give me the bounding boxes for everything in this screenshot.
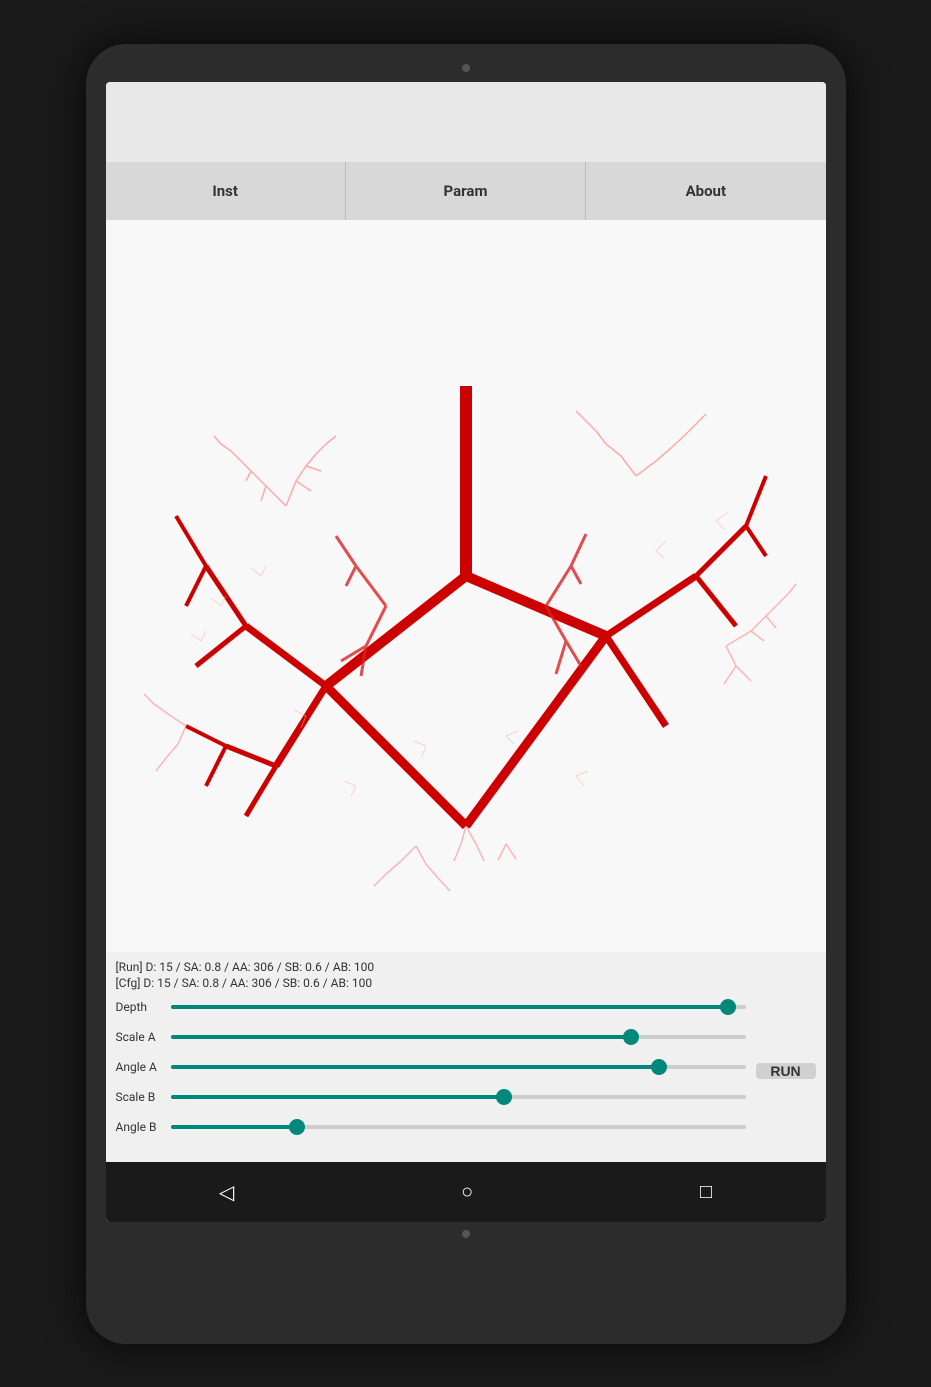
fractal-svg [106,220,826,952]
sliders-left: Depth Scale A Angle A Scale B Angle B [116,996,756,1146]
slider-label-0: Depth [116,1000,171,1014]
slider-thumb-3[interactable] [496,1089,512,1105]
run-status: [Run] D: 15 / SA: 0.8 / AA: 306 / SB: 0.… [116,960,816,974]
slider-row-angle-a: Angle A [116,1056,746,1078]
fractal-canvas [106,220,826,952]
tab-param[interactable]: Param [346,162,586,220]
slider-thumb-1[interactable] [623,1029,639,1045]
slider-fill-1 [171,1035,631,1039]
bottom-panel: [Run] D: 15 / SA: 0.8 / AA: 306 / SB: 0.… [106,952,826,1154]
slider-row-depth: Depth [116,996,746,1018]
slider-row-angle-b: Angle B [116,1116,746,1138]
slider-track-2[interactable] [171,1065,746,1069]
tablet-device: Inst Param About [86,44,846,1344]
tab-inst[interactable]: Inst [106,162,346,220]
slider-thumb-4[interactable] [289,1119,305,1135]
sliders-area: Depth Scale A Angle A Scale B Angle B RUN [116,996,816,1146]
slider-label-1: Scale A [116,1030,171,1044]
tablet-screen: Inst Param About [106,82,826,1222]
slider-fill-2 [171,1065,660,1069]
slider-thumb-0[interactable] [720,999,736,1015]
slider-row-scale-a: Scale A [116,1026,746,1048]
slider-label-2: Angle A [116,1060,171,1074]
cfg-status: [Cfg] D: 15 / SA: 0.8 / AA: 306 / SB: 0.… [116,976,816,990]
slider-track-1[interactable] [171,1035,746,1039]
top-bar [106,82,826,162]
slider-label-4: Angle B [116,1120,171,1134]
slider-label-3: Scale B [116,1090,171,1104]
android-nav-bar: ◁ ○ □ [106,1162,826,1222]
slider-thumb-2[interactable] [651,1059,667,1075]
slider-track-4[interactable] [171,1125,746,1129]
home-icon[interactable]: ○ [461,1179,473,1204]
recents-icon[interactable]: □ [700,1179,712,1204]
slider-track-0[interactable] [171,1005,746,1009]
slider-track-3[interactable] [171,1095,746,1099]
back-icon[interactable]: ◁ [219,1180,234,1204]
run-button[interactable]: RUN [756,1063,816,1079]
slider-fill-4 [171,1125,298,1129]
slider-fill-3 [171,1095,505,1099]
bottom-button [462,1230,470,1238]
tab-about[interactable]: About [586,162,825,220]
slider-fill-0 [171,1005,729,1009]
slider-row-scale-b: Scale B [116,1086,746,1108]
nav-tabs: Inst Param About [106,162,826,220]
tablet-camera [462,64,470,72]
